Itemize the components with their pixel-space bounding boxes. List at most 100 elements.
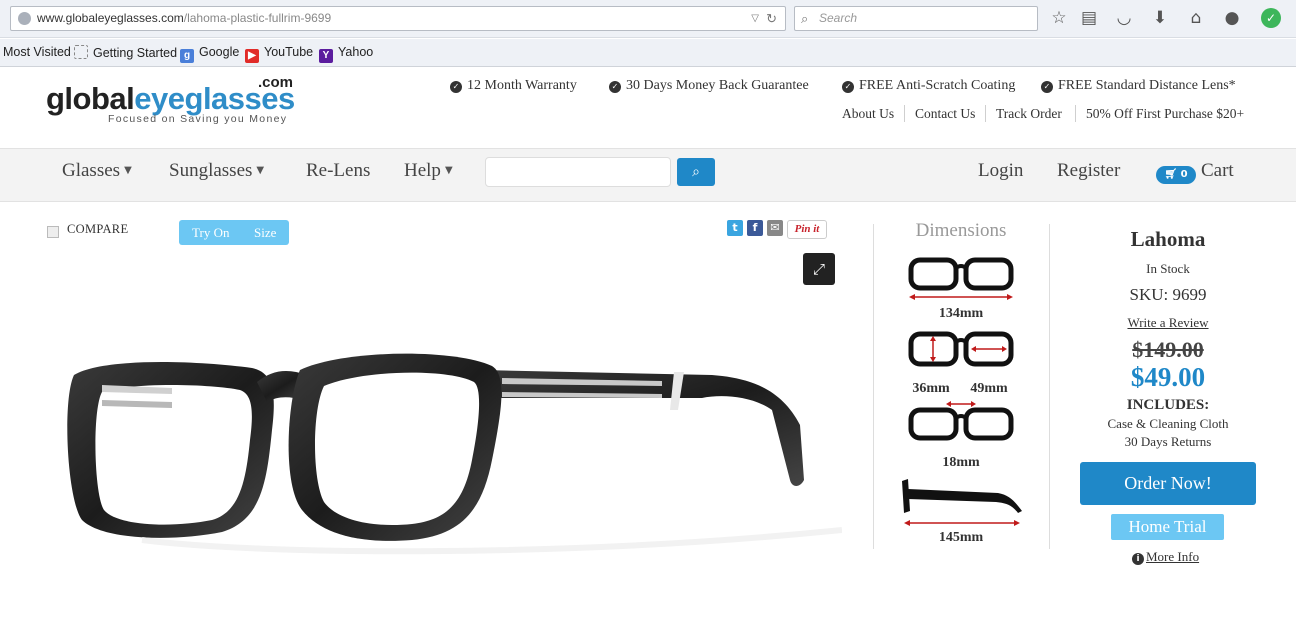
download-icon[interactable]: ⬇ (1148, 7, 1172, 29)
caret-down-icon: ▼ (444, 165, 453, 176)
bookmark-yahoo[interactable]: Y Yahoo (319, 45, 373, 63)
frame-width-diagram (908, 257, 1014, 300)
perk-money-back: ✓ 30 Days Money Back Guarantee (609, 78, 809, 94)
try-on-size-toggle: Try On Size (179, 220, 289, 245)
divider (1075, 105, 1076, 122)
bookmark-label: Getting Started (93, 46, 178, 60)
includes-item: Case & Cleaning Cloth (1107, 416, 1229, 431)
dashed-page-icon (74, 45, 88, 59)
bridge-diagram (908, 401, 1014, 441)
caret-down-icon: ▼ (256, 165, 265, 176)
home-trial-button[interactable]: Home Trial (1111, 514, 1224, 540)
lens-height-value: 36mm (912, 381, 950, 396)
check-icon: ✓ (450, 81, 462, 93)
order-now-button[interactable]: Order Now! (1080, 462, 1256, 505)
perk-anti-scratch: ✓ FREE Anti-Scratch Coating (842, 78, 1015, 94)
login-link[interactable]: Login (978, 160, 1023, 182)
bookmark-label: Google (199, 45, 240, 59)
extension-icon[interactable]: ✓ (1261, 8, 1281, 28)
nav-sunglasses[interactable]: Sunglasses ▼ (169, 160, 264, 182)
google-icon: g (180, 49, 194, 63)
write-review-link[interactable]: Write a Review (1080, 315, 1256, 331)
reload-icon[interactable]: ↻ (766, 7, 777, 30)
check-icon: ✓ (1041, 81, 1053, 93)
nav-help[interactable]: Help ▼ (404, 160, 453, 182)
site-logo[interactable]: globaleyeglasses .com Focused on Saving … (46, 74, 306, 132)
browser-search-input[interactable]: ⌕ Search (794, 6, 1038, 31)
divider (904, 105, 905, 122)
divider (985, 105, 986, 122)
track-order-link[interactable]: Track Order (996, 106, 1062, 122)
product-image[interactable] (62, 330, 842, 560)
lens-size-diagram (908, 331, 1014, 367)
compare-label: COMPARE (67, 222, 129, 236)
nav-relens[interactable]: Re-Lens (306, 160, 370, 182)
temple-length-value: 145mm (938, 530, 984, 545)
browser-search-placeholder: Search (819, 11, 858, 25)
product-name: Lahoma (1130, 227, 1206, 251)
cart-count: 0 (1180, 169, 1188, 180)
check-icon: ✓ (609, 81, 621, 93)
about-us-link[interactable]: About Us (842, 106, 894, 122)
expand-icon[interactable]: ⤢ (803, 253, 835, 285)
url-path: /lahoma-plastic-fullrim-9699 (183, 11, 332, 25)
yahoo-icon: Y (319, 49, 333, 63)
bookmarks-bar: Most Visited Getting Started g Google ▶ Yo… (0, 39, 1296, 67)
includes-item: 30 Days Returns (1124, 434, 1212, 449)
more-info-link[interactable]: i More Info (1132, 549, 1199, 565)
search-icon: ⌕ (801, 11, 809, 26)
browser-toolbar: www.globaleyeglasses.com/lahoma-plastic-… (0, 0, 1296, 38)
search-icon: ⌕ (692, 164, 700, 180)
cart-link[interactable]: Cart (1201, 160, 1234, 182)
bookmark-google[interactable]: g Google (180, 45, 239, 63)
logo-tagline: Focused on Saving you Money (108, 113, 288, 125)
info-icon: i (1132, 553, 1144, 565)
lens-width-value: 49mm (970, 381, 1008, 396)
caret-down-icon: ▼ (124, 165, 132, 176)
perk-warranty: ✓ 12 Month Warranty (450, 78, 577, 94)
twitter-icon[interactable]: t (727, 220, 743, 236)
logo-com: .com (258, 74, 294, 91)
pinterest-button[interactable]: Pin it (787, 220, 827, 239)
email-icon[interactable]: ✉ (767, 220, 783, 236)
chat-icon[interactable]: ● (1220, 7, 1244, 29)
temple-diagram (902, 479, 1022, 526)
bookmark-label: Yahoo (338, 45, 374, 59)
bridge-value: 18mm (942, 455, 980, 470)
bookmark-label: YouTube (264, 45, 314, 59)
stock-status: In Stock (1146, 261, 1190, 276)
globe-icon (18, 12, 31, 25)
try-on-button[interactable]: Try On (192, 220, 229, 245)
cart-icon: 🛒︎ (1164, 169, 1178, 180)
url-dropdown-icon[interactable]: ▽ (751, 7, 759, 30)
bookmark-getting-started[interactable]: Getting Started (74, 45, 177, 60)
divider (873, 224, 874, 549)
site-search-button[interactable]: ⌕ (677, 158, 715, 186)
nav-glasses[interactable]: Glasses ▼ (62, 160, 132, 182)
dimensions-title: Dimensions (915, 220, 1007, 241)
divider (1049, 224, 1050, 549)
frame-width-value: 134mm (938, 306, 984, 321)
first-purchase-offer-link[interactable]: 50% Off First Purchase $20+ (1086, 106, 1244, 122)
home-icon[interactable]: ⌂ (1184, 7, 1208, 29)
address-bar[interactable]: www.globaleyeglasses.com/lahoma-plastic-… (10, 6, 786, 31)
compare-checkbox[interactable] (47, 226, 59, 238)
site-search-input[interactable] (485, 157, 671, 187)
sale-price: $49.00 (1130, 362, 1206, 392)
size-button[interactable]: Size (254, 220, 276, 245)
bookmark-youtube[interactable]: ▶ YouTube (245, 45, 313, 63)
youtube-icon: ▶ (245, 49, 259, 63)
bookmark-star-icon[interactable]: ☆ (1047, 7, 1071, 29)
bookmark-most-visited[interactable]: Most Visited (3, 45, 71, 59)
reading-list-icon[interactable]: ▤ (1077, 7, 1101, 29)
includes-title: INCLUDES: (1126, 397, 1210, 413)
contact-us-link[interactable]: Contact Us (915, 106, 975, 122)
register-link[interactable]: Register (1057, 160, 1120, 182)
cart-badge[interactable]: 🛒︎ 0 (1156, 166, 1196, 184)
main-nav: Glasses ▼ Sunglasses ▼ Re-Lens Help ▼ ⌕ Log… (0, 148, 1296, 202)
perk-distance-lens: ✓ FREE Standard Distance Lens* (1041, 78, 1236, 94)
product-sku: SKU: 9699 (1129, 285, 1207, 304)
pocket-icon[interactable]: ◡ (1112, 7, 1136, 29)
check-icon: ✓ (842, 81, 854, 93)
facebook-icon[interactable]: f (747, 220, 763, 236)
